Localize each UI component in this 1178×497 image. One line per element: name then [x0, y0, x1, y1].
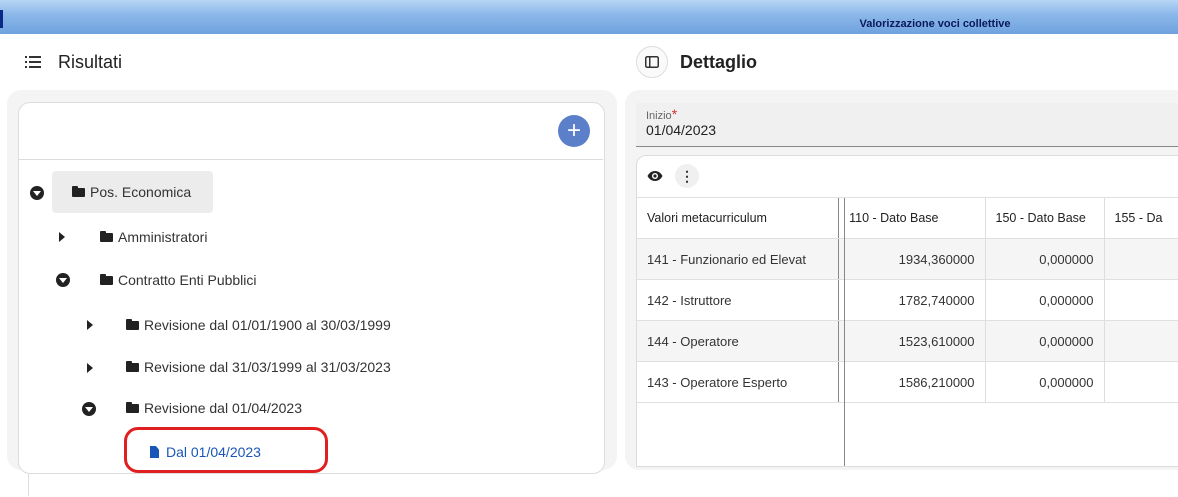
data-table: Valori metacurriculum 110 - Dato Base 15… — [637, 198, 1178, 403]
bottom-divider — [28, 474, 29, 496]
expand-toggle-icon[interactable] — [87, 320, 93, 330]
more-options-button[interactable]: ⋮ — [675, 164, 699, 188]
column-header[interactable]: Valori metacurriculum — [637, 198, 840, 239]
table-cell[interactable] — [1104, 320, 1178, 362]
folder-icon — [126, 360, 139, 372]
table-cell[interactable]: 1523,610000 — [838, 320, 986, 362]
tree-node-pos-economica[interactable]: Pos. Economica — [52, 171, 214, 213]
tree-node-revisione-2023[interactable]: Revisione dal 01/04/2023 — [118, 393, 310, 423]
folder-icon — [72, 185, 85, 197]
table-cell[interactable]: 141 - Funzionario ed Elevat — [637, 238, 840, 280]
add-button[interactable]: + — [558, 115, 590, 147]
window-title-bar: Valorizzazione voci collettive — [0, 0, 1178, 34]
column-header[interactable]: 155 - Da — [1104, 198, 1178, 239]
table-cell[interactable]: 0,000000 — [985, 238, 1105, 280]
collapse-toggle-icon[interactable] — [56, 273, 70, 287]
results-header: Risultati — [22, 46, 122, 78]
tree-node-label: Revisione dal 01/01/1900 al 30/03/1999 — [144, 317, 391, 333]
table-row[interactable]: 142 - Istruttore 1782,740000 0,000000 — [637, 279, 1178, 321]
tree-node-contratto-enti-pubblici[interactable]: Contratto Enti Pubblici — [92, 265, 265, 295]
collapse-toggle-icon[interactable] — [82, 402, 96, 416]
required-marker: * — [671, 106, 678, 122]
collapse-toggle-icon[interactable] — [30, 186, 44, 200]
folder-icon — [126, 318, 139, 330]
table-row[interactable]: 141 - Funzionario ed Elevat 1934,360000 … — [637, 238, 1178, 280]
table-row[interactable]: 143 - Operatore Esperto 1586,210000 0,00… — [637, 361, 1178, 403]
tree-node-label: Contratto Enti Pubblici — [118, 272, 257, 288]
table-cell[interactable]: 0,000000 — [985, 361, 1105, 403]
table-cell[interactable]: 144 - Operatore — [637, 320, 840, 362]
expand-toggle-icon[interactable] — [87, 363, 93, 373]
table-header-row: Valori metacurriculum 110 - Dato Base 15… — [637, 198, 1178, 239]
table-cell[interactable] — [1104, 361, 1178, 403]
table-cell[interactable]: 0,000000 — [985, 320, 1105, 362]
highlight-annotation — [124, 427, 328, 473]
column-header[interactable]: 150 - Dato Base — [985, 198, 1105, 239]
inizio-field[interactable]: Inizio* 01/04/2023 — [636, 103, 1178, 147]
expand-toggle-icon[interactable] — [59, 232, 65, 242]
table-cell[interactable]: 1782,740000 — [838, 279, 986, 321]
frozen-column-divider — [844, 198, 845, 466]
tree-node-revisione-1900[interactable]: Revisione dal 01/01/1900 al 30/03/1999 — [118, 310, 399, 340]
inizio-value[interactable]: 01/04/2023 — [646, 122, 716, 138]
table-cell[interactable]: 1934,360000 — [838, 238, 986, 280]
results-divider — [19, 159, 603, 160]
tree-node-label: Amministratori — [118, 229, 208, 245]
table-cell[interactable] — [1104, 238, 1178, 280]
results-title: Risultati — [58, 51, 123, 72]
table-cell[interactable] — [1104, 279, 1178, 321]
table-cell[interactable]: 1586,210000 — [838, 361, 986, 403]
tree-node-amministratori[interactable]: Amministratori — [92, 222, 215, 252]
tree-node-label: Revisione dal 31/03/1999 al 31/03/2023 — [144, 359, 391, 375]
tree-node-label: Pos. Economica — [90, 184, 192, 200]
table-cell[interactable]: 143 - Operatore Esperto — [637, 361, 840, 403]
tree-node-revisione-1999[interactable]: Revisione dal 31/03/1999 al 31/03/2023 — [118, 352, 399, 382]
folder-icon — [100, 230, 113, 242]
grid-toolbar: ⋮ — [637, 156, 1178, 198]
inizio-label: Inizio* — [646, 106, 677, 122]
folder-icon — [126, 401, 139, 413]
table-row[interactable]: 144 - Operatore 1523,610000 0,000000 — [637, 320, 1178, 362]
tree-node-label: Revisione dal 01/04/2023 — [144, 400, 303, 416]
title-bar-marker — [0, 10, 3, 28]
detail-title: Dettaglio — [680, 51, 758, 72]
column-header[interactable]: 110 - Dato Base — [838, 198, 986, 239]
table-cell[interactable]: 0,000000 — [985, 279, 1105, 321]
eye-icon[interactable] — [643, 164, 667, 188]
window-title: Valorizzazione voci collettive — [859, 18, 1011, 30]
detail-header: Dettaglio — [636, 46, 757, 78]
table-cell[interactable]: 142 - Istruttore — [637, 279, 840, 321]
folder-icon — [100, 273, 113, 285]
list-icon[interactable] — [22, 51, 44, 73]
data-grid: ⋮ Valori metacurriculum 110 - Dato Base … — [636, 155, 1178, 467]
panel-toggle-icon[interactable] — [636, 46, 668, 78]
inizio-label-text: Inizio — [646, 110, 672, 122]
